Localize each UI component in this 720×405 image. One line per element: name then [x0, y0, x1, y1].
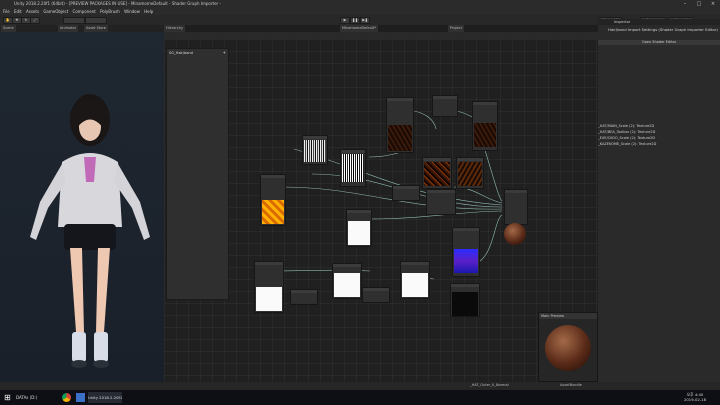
step-icon[interactable]: ▶❚ — [360, 17, 370, 24]
window-titlebar: Unity 2018.2.20f1 (64bit) - [PREVIEW PAC… — [0, 0, 720, 8]
graph-node[interactable] — [260, 174, 286, 226]
graph-node[interactable] — [450, 283, 480, 317]
shader-graph-canvas[interactable]: SG_Hair/band + Main Preview — [164, 39, 598, 382]
graph-node[interactable] — [386, 97, 414, 153]
graph-node[interactable] — [400, 261, 430, 299]
tab-project[interactable]: Project — [448, 25, 464, 32]
tab-animator[interactable]: Animator — [58, 25, 79, 32]
global-button[interactable] — [85, 17, 107, 24]
graph-node[interactable] — [422, 157, 452, 189]
graph-node[interactable] — [472, 101, 498, 151]
maximize-icon[interactable]: □ — [692, 0, 706, 8]
scene-tabstrip: Scene Animator Asset Store — [0, 25, 164, 32]
main-preview-title: Main Preview — [539, 313, 597, 319]
window-controls: – □ × — [678, 0, 720, 8]
open-shader-editor-button[interactable]: Open Shader Editor — [598, 40, 720, 45]
add-property-icon[interactable]: + — [223, 50, 226, 55]
graph-node[interactable] — [302, 135, 328, 165]
main-preview-panel[interactable]: Main Preview — [538, 312, 598, 382]
minimize-icon[interactable]: – — [678, 0, 692, 8]
graph-connections — [263, 108, 503, 280]
tab-graph[interactable]: MinamomeDefault* — [340, 25, 379, 32]
graph-node[interactable] — [254, 261, 284, 313]
status-right: AssetBundle — [560, 383, 582, 387]
graph-node[interactable] — [362, 287, 390, 303]
scale-tool-icon[interactable]: ⤢ — [30, 17, 40, 24]
preview-sphere — [545, 325, 591, 371]
tab-hierarchy[interactable]: Hierarchy — [164, 25, 185, 32]
menu-file[interactable]: File — [3, 8, 10, 15]
status-bar: _HAT_Outer_II_Normal AssetBundle — [0, 382, 720, 390]
graph-node[interactable] — [290, 289, 318, 305]
graph-node[interactable] — [456, 157, 484, 189]
graph-node[interactable] — [392, 185, 420, 201]
inspector-tabbar: Inspector — [598, 19, 720, 25]
taskbar-unity-button[interactable]: Unity 2018.2.20f1 ... — [88, 392, 122, 403]
graph-node[interactable] — [340, 149, 366, 187]
chrome-icon[interactable] — [62, 393, 71, 402]
import-settings-header: Hair/band Import Settings (Shader Graph … — [608, 27, 718, 32]
master-node[interactable] — [504, 189, 528, 225]
menu-bar: File Edit Assets GameObject Component Po… — [0, 8, 720, 15]
blackboard-panel[interactable]: SG_Hair/band + — [166, 48, 229, 300]
scene-view[interactable] — [0, 32, 164, 382]
graph-node[interactable] — [426, 189, 456, 215]
tab-asset-store[interactable]: Asset Store — [84, 25, 108, 32]
taskbar-drive-button[interactable]: DATAs (D:) — [16, 392, 54, 403]
taskbar-clock: 오후 4:40 2019-02-18 — [680, 392, 710, 402]
window-title: Unity 2018.2.20f1 (64bit) - [PREVIEW PAC… — [14, 1, 221, 6]
inspector-panel: Inspector Hair/band Import Settings (Sha… — [598, 19, 720, 382]
windows-start-icon[interactable]: ⊞ — [4, 393, 13, 402]
master-preview-sphere — [504, 223, 526, 245]
menu-assets[interactable]: Assets — [26, 8, 39, 15]
graph-header — [164, 32, 598, 39]
menu-gameobject[interactable]: GameObject — [43, 8, 68, 15]
properties-list: _HAT/MAIN_Scale (2): Texture2D _HAT/BEA_… — [598, 123, 720, 147]
character-figure — [30, 94, 150, 368]
menu-polybrush[interactable]: PolyBrush — [100, 8, 120, 15]
taskbar: ⊞ DATAs (D:) Unity 2018.2.20f1 ... 오후 4:… — [0, 390, 720, 405]
blackboard-title: SG_Hair/band — [169, 51, 193, 55]
tab-inspector[interactable]: Inspector — [614, 19, 630, 25]
menu-component[interactable]: Component — [73, 8, 96, 15]
tab-scene[interactable]: Scene — [1, 25, 16, 32]
graph-tabstrip: Hierarchy MinamomeDefault* Project Asset… — [164, 25, 598, 39]
pause-icon[interactable]: ❚❚ — [350, 17, 360, 24]
graph-node[interactable] — [346, 209, 372, 247]
status-left: _HAT_Outer_II_Normal — [470, 383, 509, 387]
explorer-icon[interactable] — [76, 393, 85, 402]
graph-node[interactable] — [332, 263, 362, 299]
pivot-button[interactable] — [63, 17, 85, 24]
close-icon[interactable]: × — [706, 0, 720, 8]
menu-window[interactable]: Window — [124, 8, 140, 15]
menu-help[interactable]: Help — [144, 8, 153, 15]
property-row: _KAZEKOME_Scale (2): Texture2D — [598, 142, 657, 146]
play-icon[interactable]: ▶ — [340, 17, 350, 24]
taskbar-date: 2019-02-18 — [683, 397, 707, 402]
graph-node[interactable] — [452, 227, 480, 277]
graph-node[interactable] — [432, 95, 458, 117]
menu-edit[interactable]: Edit — [14, 8, 22, 15]
